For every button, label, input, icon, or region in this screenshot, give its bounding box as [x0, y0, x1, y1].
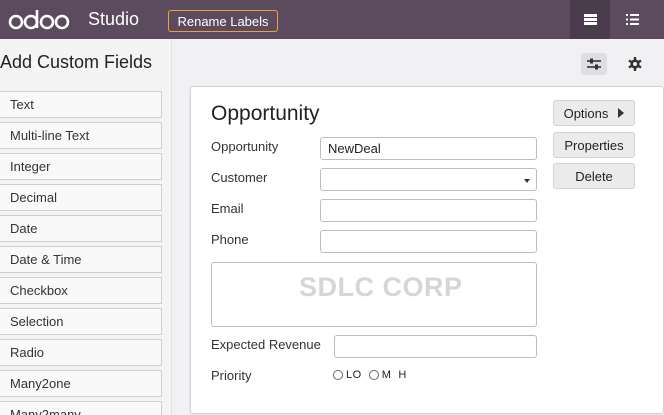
- app-title: Studio: [88, 9, 140, 29]
- field-item-multiline-text[interactable]: Multi-line Text: [0, 122, 162, 149]
- top-bar: Studio Rename Labels: [0, 0, 664, 39]
- options-label: Options: [563, 105, 609, 121]
- priority-option-m: M: [381, 369, 392, 381]
- phone-input[interactable]: [320, 230, 537, 253]
- notes-textarea[interactable]: [211, 262, 537, 327]
- gear-icon[interactable]: [624, 53, 646, 75]
- delete-button[interactable]: Delete: [553, 163, 635, 189]
- rename-labels-button[interactable]: Rename Labels: [168, 10, 278, 32]
- field-item-selection[interactable]: Selection: [0, 308, 162, 335]
- field-item-radio[interactable]: Radio: [0, 339, 162, 366]
- list-view-icon[interactable]: [612, 0, 652, 39]
- opportunity-input[interactable]: NewDeal: [320, 137, 537, 160]
- form-editor-area: Opportunity Opportunity NewDeal Customer…: [172, 39, 664, 415]
- priority-option-lo: LO: [346, 369, 362, 381]
- priority-option-h[interactable]: H: [398, 369, 406, 381]
- field-item-date[interactable]: Date: [0, 215, 162, 242]
- opportunity-label: Opportunity: [211, 139, 279, 154]
- sliders-icon[interactable]: [581, 53, 607, 75]
- chevron-down-icon: [524, 179, 530, 183]
- priority-radio-m[interactable]: [368, 370, 379, 380]
- form-view-icon[interactable]: [570, 0, 610, 39]
- expected-revenue-input[interactable]: [334, 335, 537, 358]
- custom-fields-sidebar: Add Custom Fields Text Multi-line Text I…: [0, 39, 172, 415]
- form-title: Opportunity: [211, 102, 320, 125]
- field-item-text[interactable]: Text: [0, 91, 162, 118]
- field-item-many2many[interactable]: Many2many: [0, 401, 162, 415]
- chevron-right-icon: [618, 108, 625, 118]
- properties-button[interactable]: Properties: [553, 132, 635, 158]
- field-item-many2one[interactable]: Many2one: [0, 370, 162, 397]
- customer-select[interactable]: [320, 168, 537, 191]
- form-card: Opportunity Opportunity NewDeal Customer…: [190, 86, 664, 414]
- options-button[interactable]: Options: [553, 100, 635, 126]
- field-item-datetime[interactable]: Date & Time: [0, 246, 162, 273]
- priority-radio-group: LO M H: [333, 369, 411, 381]
- email-input[interactable]: [320, 199, 537, 222]
- odoo-logo[interactable]: [8, 7, 70, 33]
- priority-radio-lo[interactable]: [333, 370, 343, 380]
- field-item-decimal[interactable]: Decimal: [0, 184, 162, 211]
- priority-label: Priority: [211, 368, 252, 383]
- field-item-integer[interactable]: Integer: [0, 153, 162, 180]
- sidebar-title: Add Custom Fields: [0, 52, 153, 72]
- email-label: Email: [211, 201, 244, 216]
- customer-label: Customer: [211, 170, 268, 185]
- field-item-checkbox[interactable]: Checkbox: [0, 277, 162, 304]
- expected-revenue-label: Expected Revenue: [211, 337, 321, 352]
- phone-label: Phone: [211, 232, 249, 247]
